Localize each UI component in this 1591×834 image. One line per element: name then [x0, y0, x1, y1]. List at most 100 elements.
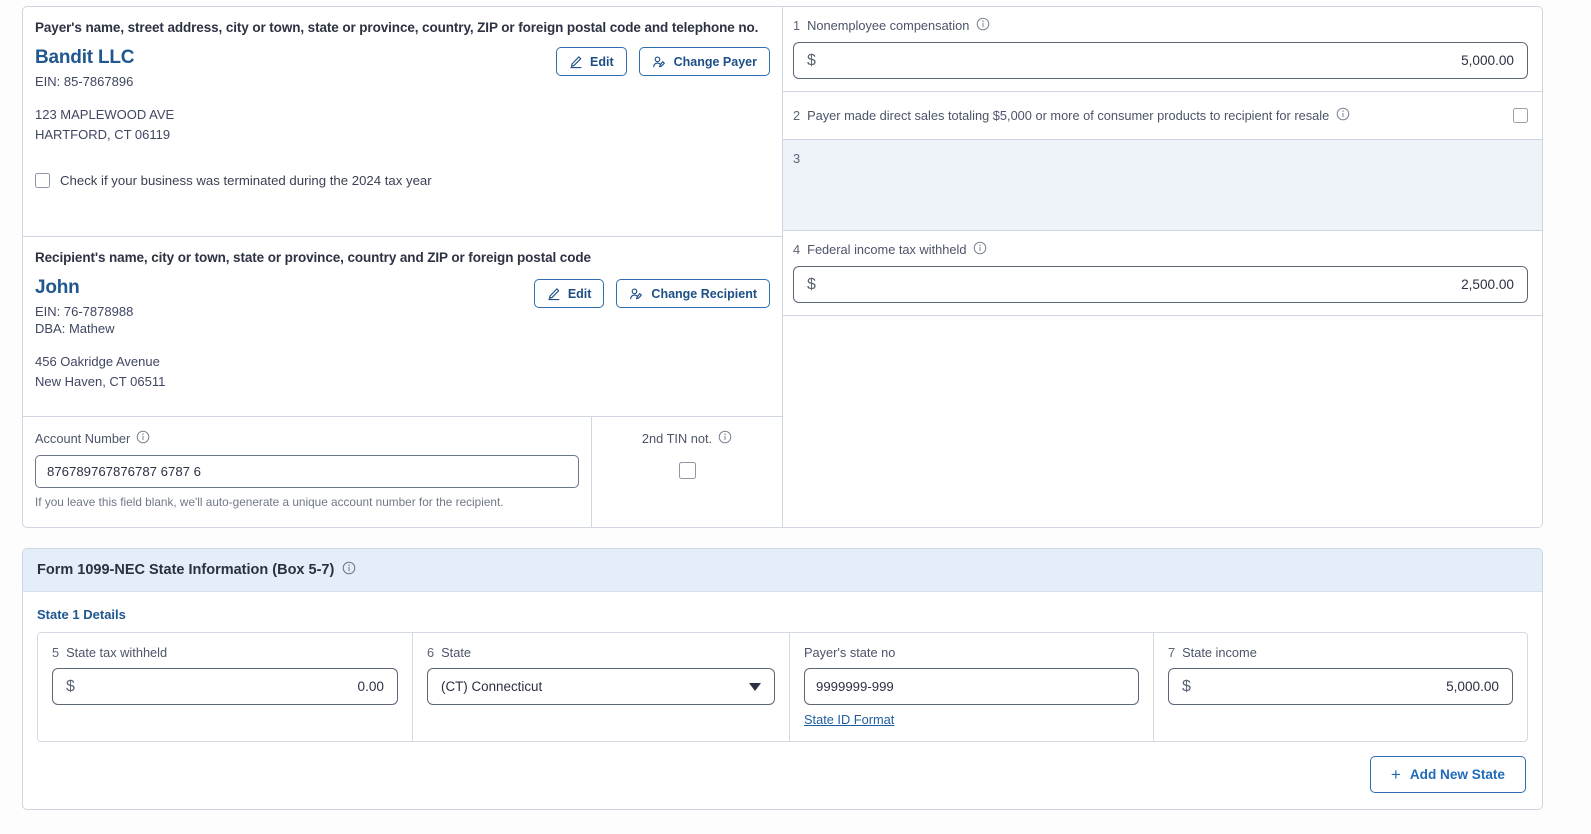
payer-edit-button[interactable]: Edit: [556, 47, 627, 76]
right-column-filler: [783, 316, 1542, 527]
right-column: 1 Nonemployee compensation $ 5,000.00 2 …: [783, 7, 1542, 527]
box7-amount-field[interactable]: $ 5,000.00: [1168, 668, 1513, 705]
recipient-address: 456 Oakridge Avenue New Haven, CT 06511: [35, 352, 770, 392]
box6-header: 6 State: [427, 645, 775, 660]
payer-ein: EIN: 85-7867896: [35, 74, 134, 89]
payer-section: Payer's name, street address, city or to…: [23, 7, 782, 237]
payer-state-no-input[interactable]: [804, 668, 1139, 705]
account-number-helper: If you leave this field blank, we'll aut…: [35, 495, 504, 509]
box2-direct-sales: 2 Payer made direct sales totaling $5,00…: [783, 92, 1542, 140]
account-number-label-row: Account Number: [35, 430, 579, 447]
info-circle-icon[interactable]: [342, 561, 356, 579]
box1-label: Nonemployee compensation: [807, 18, 970, 33]
box3-reserved: 3: [783, 140, 1542, 231]
box1-amount-field[interactable]: $ 5,000.00: [793, 42, 1528, 79]
add-state-row: + Add New State: [23, 742, 1542, 793]
box3-number: 3: [793, 151, 801, 166]
payer-address-line2: HARTFORD, CT 06119: [35, 127, 171, 143]
change-recipient-label: Change Recipient: [651, 286, 757, 301]
box4-number: 4: [793, 242, 801, 257]
currency-symbol: $: [1182, 677, 1191, 695]
box1-number: 1: [793, 18, 801, 33]
box4-amount-field[interactable]: $ 2,500.00: [793, 266, 1528, 303]
box2-label: Payer made direct sales totaling $5,000 …: [807, 108, 1330, 123]
form-1099nec-editor: Payer's name, street address, city or to…: [0, 0, 1591, 834]
box5-amount-value: 0.00: [357, 679, 384, 694]
state-1-details-label: State 1 Details: [37, 607, 126, 622]
info-circle-icon[interactable]: [718, 430, 732, 447]
person-edit-icon: [629, 287, 644, 301]
business-terminated-label: Check if your business was terminated du…: [60, 173, 432, 189]
box7-amount-value: 5,000.00: [1446, 679, 1499, 694]
info-circle-icon[interactable]: [136, 430, 150, 447]
box1-nonemployee-compensation: 1 Nonemployee compensation $ 5,000.00: [783, 7, 1542, 92]
recipient-address-line2: New Haven, CT 06511: [35, 374, 166, 390]
change-payer-button[interactable]: Change Payer: [638, 47, 770, 76]
box6-label: State: [441, 645, 472, 660]
recipient-caption: Recipient's name, city or town, state or…: [35, 250, 591, 265]
box4-federal-income-tax-withheld: 4 Federal income tax withheld $ 2,500.00: [783, 231, 1542, 316]
currency-symbol: $: [807, 51, 816, 69]
state-information-card: Form 1099-NEC State Information (Box 5-7…: [22, 548, 1543, 810]
payer-edit-label: Edit: [590, 54, 614, 69]
recipient-edit-button[interactable]: Edit: [533, 279, 605, 308]
box6-number: 6: [427, 645, 435, 660]
box7-label: State income: [1182, 645, 1257, 660]
pencil-icon: [569, 55, 583, 69]
chevron-down-icon: [749, 682, 761, 691]
box4-label: Federal income tax withheld: [807, 242, 967, 257]
box2-header: 2 Payer made direct sales totaling $5,00…: [793, 107, 1350, 124]
box1-amount-value: 5,000.00: [1461, 53, 1514, 68]
account-number-label: Account Number: [35, 431, 131, 446]
state-select-value: (CT) Connecticut: [441, 679, 543, 694]
box4-header: 4 Federal income tax withheld: [793, 241, 1528, 258]
change-payer-label: Change Payer: [673, 54, 757, 69]
box5-number: 5: [52, 645, 60, 660]
add-new-state-label: Add New State: [1409, 767, 1505, 782]
recipient-edit-label: Edit: [567, 286, 592, 301]
state-information-title: Form 1099-NEC State Information (Box 5-7…: [37, 562, 335, 578]
payer-caption: Payer's name, street address, city or to…: [35, 20, 759, 35]
recipient-dba: DBA: Mathew: [35, 321, 115, 336]
account-section: Account Number If you leave this field b…: [23, 417, 782, 527]
payer-state-no-label: Payer's state no: [804, 645, 896, 660]
state-details-row: 5 State tax withheld $ 0.00 6 State (CT)…: [37, 632, 1528, 742]
recipient-address-line1: 456 Oakridge Avenue: [35, 354, 160, 369]
payer-address-line1: 123 MAPLEWOOD AVE: [35, 107, 175, 122]
second-tin-checkbox[interactable]: [678, 462, 696, 479]
state-id-format-link[interactable]: State ID Format: [804, 712, 894, 727]
box2-checkbox[interactable]: [1513, 108, 1528, 123]
info-circle-icon[interactable]: [973, 241, 987, 258]
box7-state-income: 7 State income $ 5,000.00: [1153, 633, 1527, 741]
box5-header: 5 State tax withheld: [52, 645, 398, 660]
info-circle-icon[interactable]: [1336, 107, 1350, 124]
box6-state: 6 State (CT) Connecticut: [412, 633, 789, 741]
payer-actions: Edit Change Payer: [556, 47, 770, 76]
left-column: Payer's name, street address, city or to…: [23, 7, 783, 527]
box7-number: 7: [1168, 645, 1176, 660]
recipient-actions: Edit Change Recipient: [533, 279, 770, 308]
second-tin-label: 2nd TIN not.: [641, 431, 713, 446]
person-edit-icon: [652, 55, 667, 69]
business-terminated-row[interactable]: Check if your business was terminated du…: [35, 173, 770, 189]
state-information-header: Form 1099-NEC State Information (Box 5-7…: [23, 549, 1542, 592]
business-terminated-checkbox[interactable]: [35, 173, 50, 189]
box1-header: 1 Nonemployee compensation: [793, 17, 1528, 34]
change-recipient-button[interactable]: Change Recipient: [616, 279, 770, 308]
add-new-state-button[interactable]: + Add New State: [1369, 756, 1526, 793]
box5-amount-field[interactable]: $ 0.00: [52, 668, 398, 705]
box5-label: State tax withheld: [66, 645, 168, 660]
box7-header: 7 State income: [1168, 645, 1513, 660]
box4-amount-value: 2,500.00: [1461, 277, 1514, 292]
second-tin-cell: 2nd TIN not.: [592, 417, 782, 527]
currency-symbol: $: [807, 275, 816, 293]
payer-state-no-header: Payer's state no: [804, 645, 1139, 660]
state-select[interactable]: (CT) Connecticut: [427, 668, 775, 705]
recipient-section: Recipient's name, city or town, state or…: [23, 237, 782, 417]
account-number-input[interactable]: [35, 455, 579, 488]
currency-symbol: $: [66, 677, 75, 695]
second-tin-label-row: 2nd TIN not.: [642, 430, 732, 447]
payer-state-no-cell: Payer's state no State ID Format: [789, 633, 1153, 741]
account-number-cell: Account Number If you leave this field b…: [23, 417, 592, 527]
info-circle-icon[interactable]: [976, 17, 990, 34]
